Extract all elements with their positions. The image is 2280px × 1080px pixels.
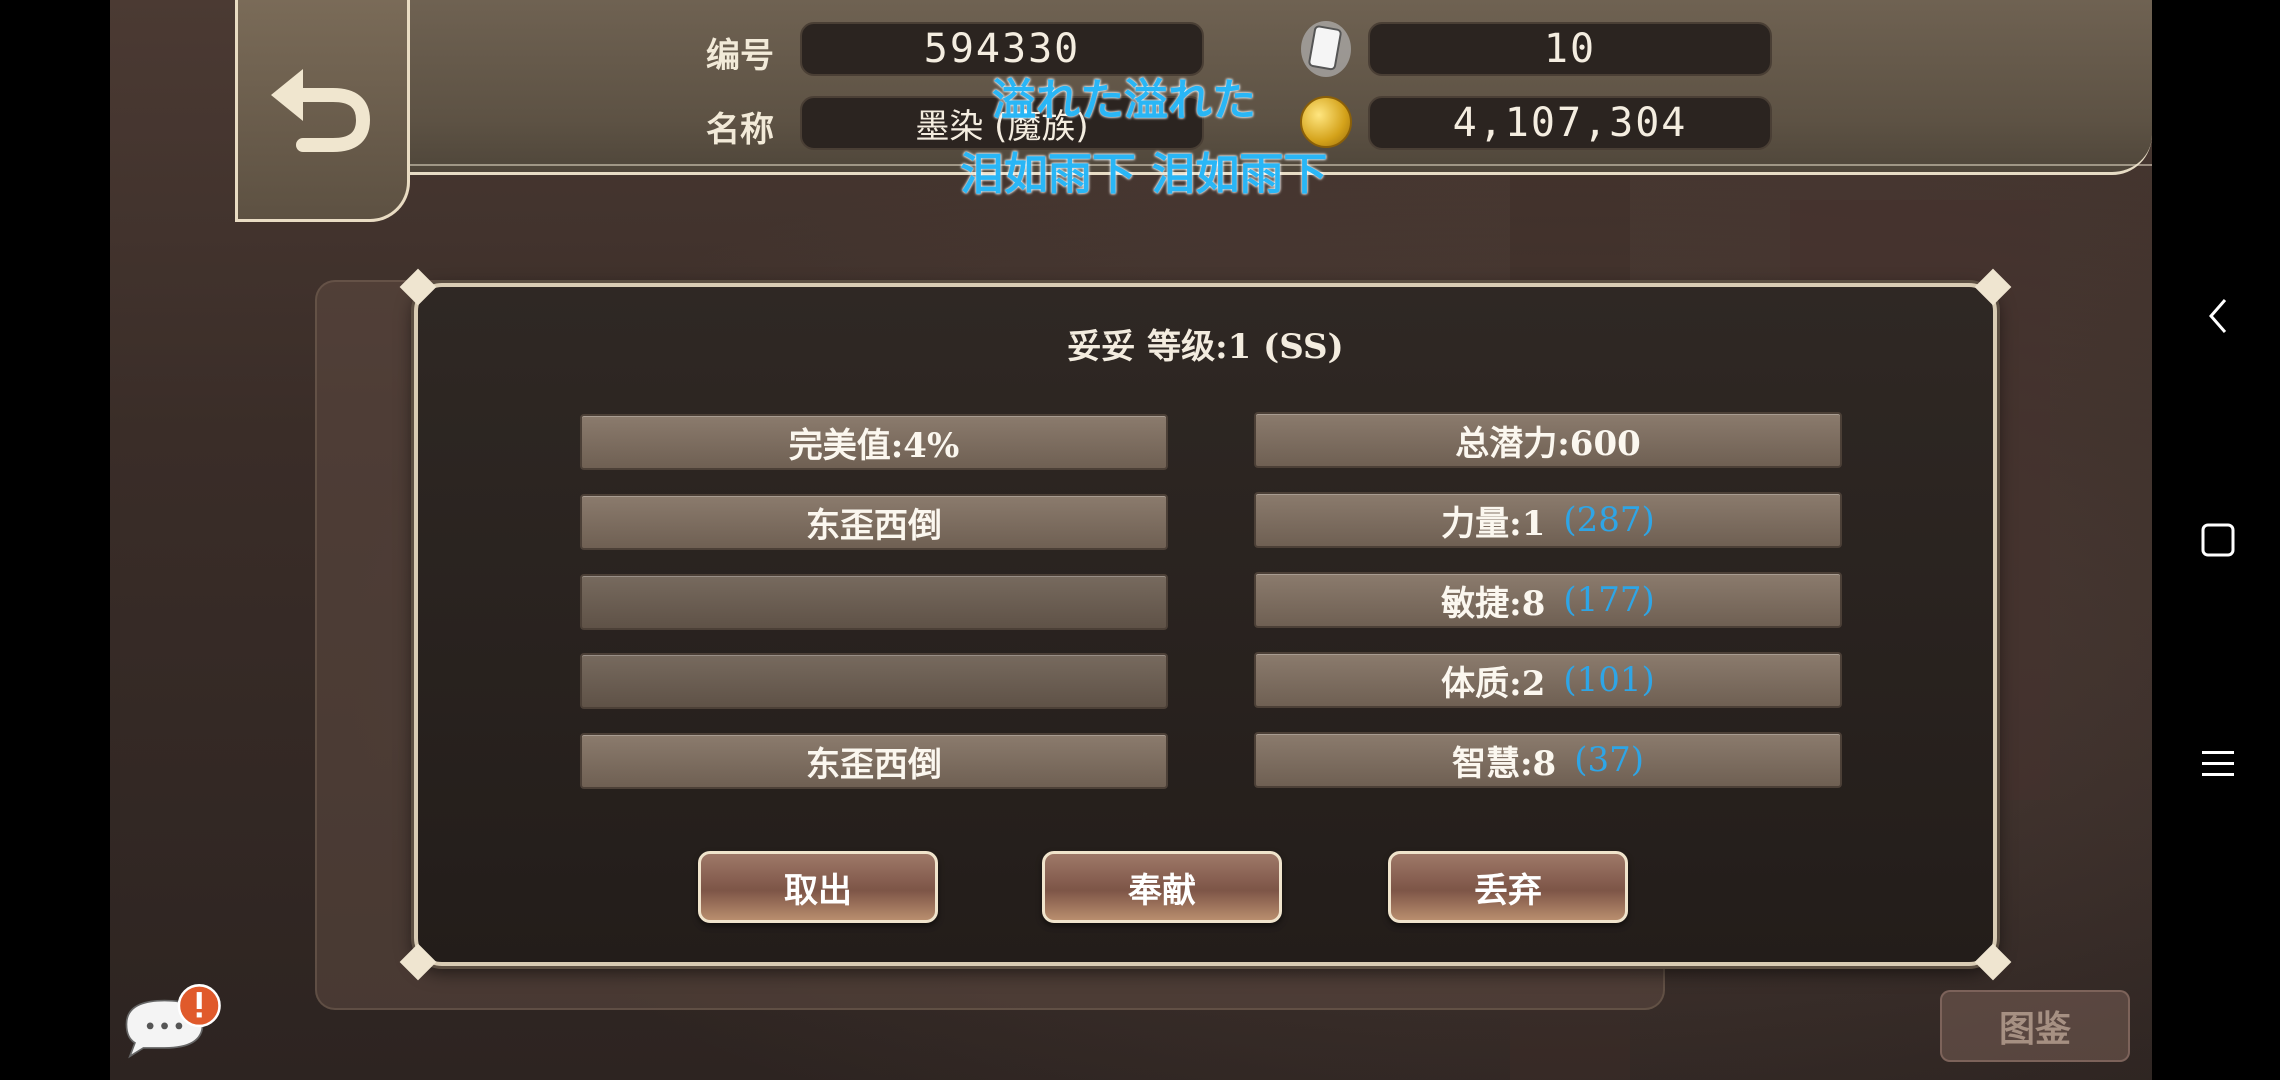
stat-empty-slot [580,574,1168,630]
stat-empty-slot [580,653,1168,709]
stat-agility: 敏捷:8 (177) [1254,572,1842,628]
name-label: 名称 [706,110,774,150]
nav-back-icon[interactable] [2190,288,2246,344]
item-detail-dialog: 妥妥 等级:1 (SS) 完美值:4% 东歪西倒 东歪西倒 总潜力:600 力量… [399,268,2012,981]
take-out-button[interactable]: 取出 [698,851,938,923]
gold-amount: 4,107,304 [1368,96,1772,150]
tujian-button[interactable]: 图鉴 [1940,990,2130,1062]
stat-label: 东歪西倒 [806,505,942,546]
stat-strength: 力量:1 (287) [1254,492,1842,548]
stat-trait: 东歪西倒 [580,733,1168,789]
stat-label: 智慧:8 [1451,743,1557,784]
dialog-title: 妥妥 等级:1 (SS) [1067,327,1344,367]
stat-label: 总潜力:600 [1455,423,1641,464]
stat-total-potential: 总潜力:600 [1254,412,1842,468]
stat-wisdom: 智慧:8 (37) [1254,732,1842,788]
stat-bonus: (37) [1574,740,1644,780]
stat-bonus: (287) [1563,500,1655,540]
stat-trait: 东歪西倒 [580,494,1168,550]
card-icon [1301,21,1351,77]
back-arrow-icon [270,68,370,152]
stat-label: 力量:1 [1441,503,1546,544]
stat-label: 东歪西倒 [806,744,942,785]
nav-menu-icon[interactable] [2190,736,2246,792]
stat-perfect-value: 完美值:4% [580,414,1168,470]
discard-button[interactable]: 丢弃 [1388,851,1628,923]
chat-icon[interactable] [118,980,228,1060]
card-count: 10 [1368,22,1772,76]
back-button[interactable] [235,0,410,222]
stat-label: 体质:2 [1441,663,1546,704]
donate-button[interactable]: 奉献 [1042,851,1282,923]
id-label: 编号 [706,36,774,76]
subtitle-line-2: 泪如雨下 泪如雨下 [960,149,1328,200]
stat-bonus: (177) [1563,580,1655,620]
subtitle-line-1: 溢れた溢れた [992,75,1256,126]
stat-label: 敏捷:8 [1441,583,1546,624]
stat-label: 完美值:4% [788,425,960,466]
stat-constitution: 体质:2 (101) [1254,652,1842,708]
nav-home-icon[interactable] [2190,512,2246,568]
stat-bonus: (101) [1563,660,1655,700]
